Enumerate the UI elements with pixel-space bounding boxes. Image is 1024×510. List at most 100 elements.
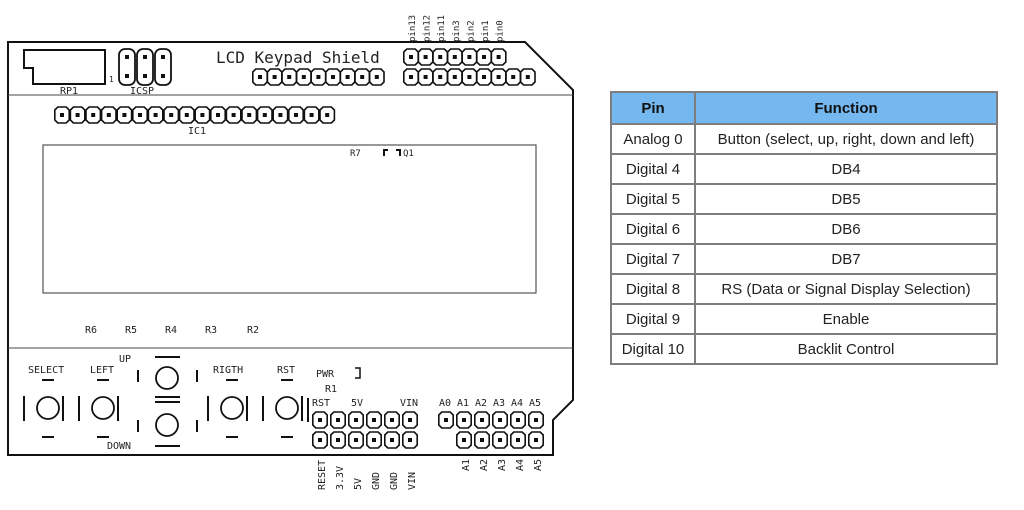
power-pin-label: 5V [353,478,364,490]
pin-hole [480,418,484,422]
pin-hole [390,438,394,442]
pin-hole [516,438,520,442]
up-button-label: UP [119,354,131,365]
pin-hole [75,113,80,117]
pin-hole [525,75,530,79]
power-pin-label: GND [371,472,382,490]
pin-hole [336,418,340,422]
rp1-potentiometer [23,49,106,85]
pin-hole [331,75,335,79]
pin-hole [125,74,129,78]
digital-pin-label: pin0 [496,20,506,42]
analog-bottom-pin-label: A5 [533,459,544,471]
down-button[interactable] [155,413,179,437]
pin-cell: Digital 10 [610,333,696,365]
5v-top-label: 5V [351,398,363,409]
digital-pin-label: pin2 [466,20,476,42]
analog-bottom-pin-label: A2 [479,459,490,471]
pin-hole [534,418,538,422]
pin-cell: Digital 8 [610,273,696,305]
rst-button[interactable] [275,396,299,420]
left-button[interactable] [91,396,115,420]
pin-cell: Digital 4 [610,153,696,185]
pin-hole [372,438,376,442]
power-pin-label: RESET [317,460,328,490]
r4-label: R4 [165,325,177,336]
pin-cell: Digital 5 [610,183,696,215]
pin-hole [496,55,501,59]
icsp-pin1-label: 1 [109,75,114,84]
icsp-label: ICSP [130,86,154,97]
analog-pin-label: A0 [439,398,451,409]
analog-pin-label: A4 [511,398,523,409]
r7-label: R7 [350,149,361,159]
board-outline [7,41,574,456]
pin-hole [325,113,330,117]
r5-label: R5 [125,325,137,336]
header-function: Function [694,91,998,125]
digital-header-8-13 [252,68,385,86]
pin-hole [161,74,165,78]
pin-hole [143,74,147,78]
digital-pin-label: pin11 [437,15,447,42]
pin-hole [498,418,502,422]
pin-hole [462,418,466,422]
pin-hole [467,55,472,59]
up-button[interactable] [155,366,179,390]
pin-hole [498,438,502,442]
left-button-label: LEFT [90,365,114,376]
ic1-label: IC1 [188,126,206,137]
pin-hole [462,438,466,442]
select-button[interactable] [36,396,60,420]
function-cell: DB4 [694,153,998,185]
digital-pin-label: pin3 [452,20,462,42]
table-row: Digital 7 DB7 [610,243,998,275]
pin-hole [309,113,314,117]
table-row: Analog 0 Button (select, up, right, down … [610,123,998,155]
table-row: Digital 8 RS (Data or Signal Display Sele… [610,273,998,305]
lcd-display-area [42,144,537,294]
pin-hole [408,418,412,422]
pin-hole [452,55,457,59]
analog-bottom-pin-label: A1 [461,459,472,471]
right-button[interactable] [220,396,244,420]
analog-bottom-pin-label: A4 [515,459,526,471]
pin-hole [409,55,413,59]
analog-pin-label: A1 [457,398,469,409]
power-pin-label: VIN [407,472,418,490]
digital-pin-label: pin12 [423,15,433,42]
pin-hole [231,113,236,117]
pin-hole [143,55,147,59]
header-pin: Pin [610,91,696,125]
lcd-connector-ic1 [54,106,336,124]
pin-hole [374,75,379,79]
pin-hole [153,113,158,117]
pin-hole [372,418,376,422]
pin-hole [423,75,428,79]
right-button-label: RIGTH [213,365,243,376]
pin-function-table: Pin Function Analog 0 Button (select, up,… [610,91,998,365]
pin-hole [336,438,340,442]
rst-top-label: RST [312,398,330,409]
board-title: LCD Keypad Shield [216,48,380,67]
pin-hole [200,113,205,117]
pin-hole [301,75,306,79]
analog-header [438,411,544,449]
pin-cell: Digital 9 [610,303,696,335]
power-header [312,411,418,449]
pin-cell: Digital 6 [610,213,696,245]
icsp-pin-pair [118,48,136,86]
table-row: Digital 5 DB5 [610,183,998,215]
function-cell: Button (select, up, right, down and left… [694,123,998,155]
pin-cell: Digital 7 [610,243,696,275]
q1-label: Q1 [403,149,414,159]
icsp-pin-pair [136,48,154,86]
table-row: Digital 9 Enable [610,303,998,335]
pin-hole [438,75,443,79]
table-row: Digital 6 DB6 [610,213,998,245]
pin-hole [438,55,443,59]
digital-header-0-7 [403,48,507,66]
digital-header-row2 [403,68,536,86]
r2-label: R2 [247,325,259,336]
lcd-keypad-shield-diagram: RP1 1 ICSP LCD Keypad Shield pin13 pin12 p… [7,15,574,490]
